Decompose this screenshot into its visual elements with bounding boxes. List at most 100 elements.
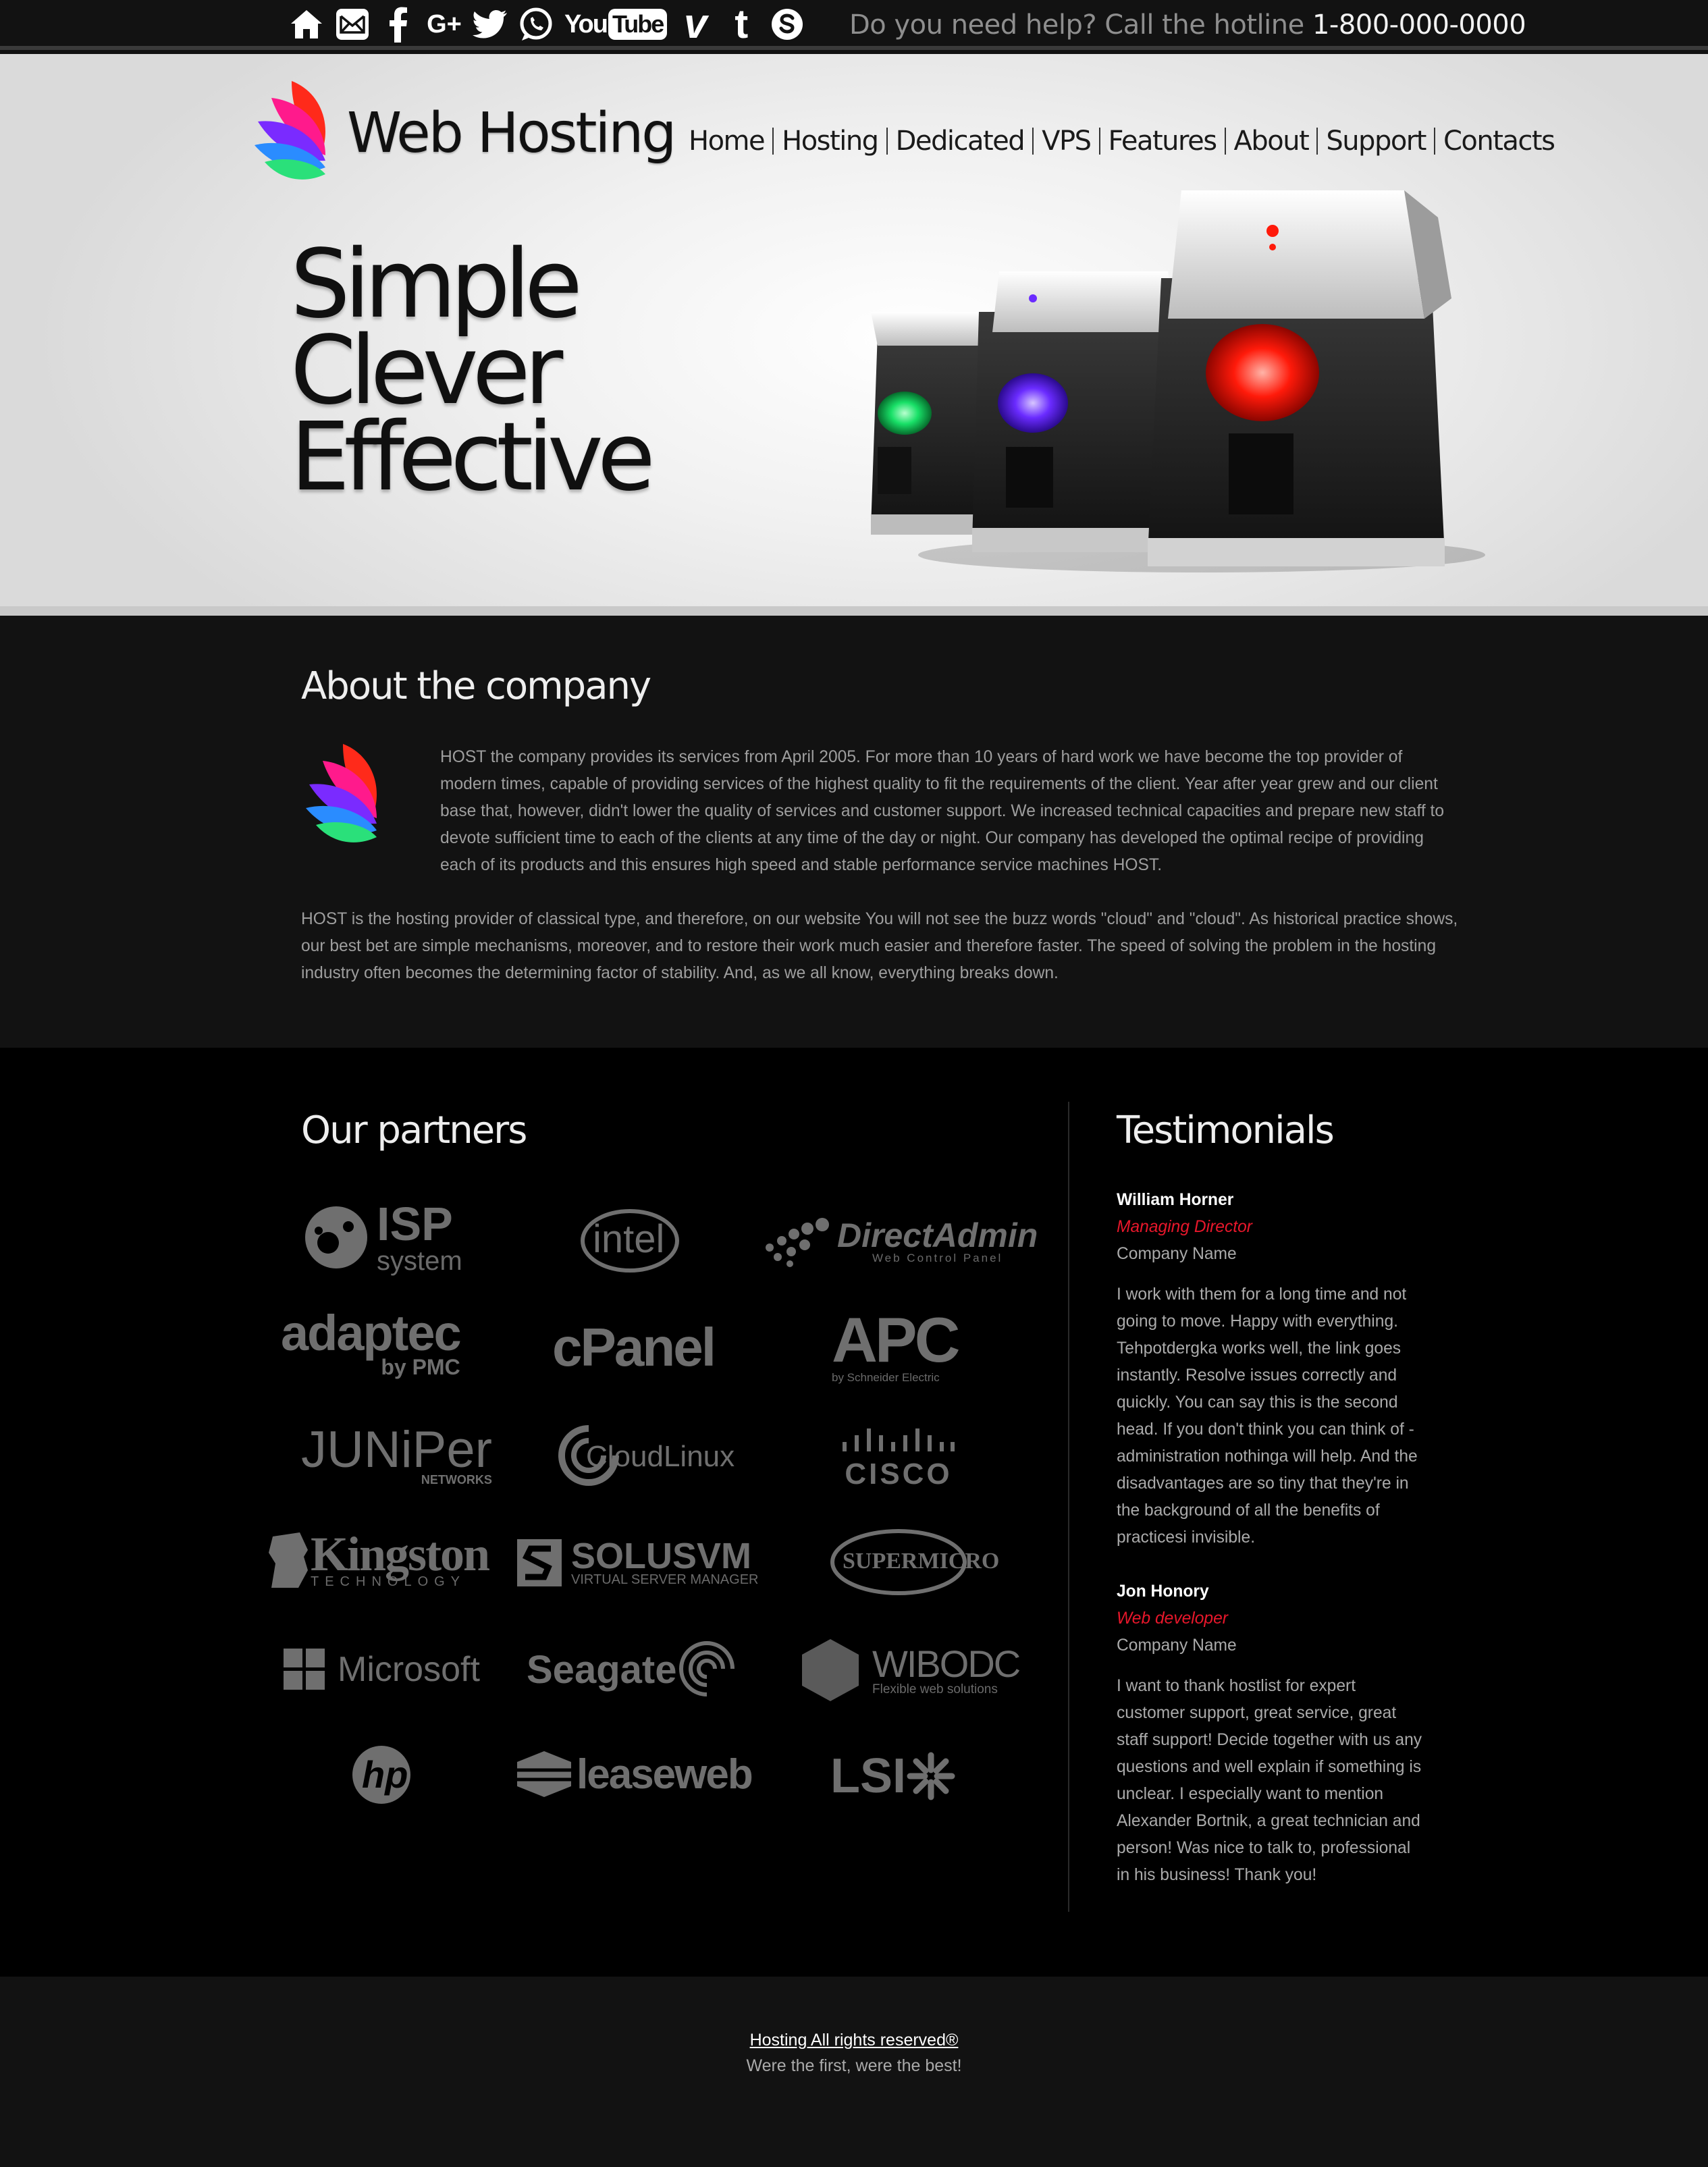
slogan-line: Effective [290, 402, 656, 512]
supermicro-text: SUPERMICRO [843, 1549, 1000, 1574]
brand-logo-icon[interactable] [251, 74, 339, 182]
wibodc-hexagon-icon [802, 1639, 859, 1701]
partner-logo-cpanel[interactable]: cPanel [552, 1316, 716, 1379]
partner-logo-solusvm[interactable]: SOLUSVM VIRTUAL SERVER MANAGER [516, 1538, 758, 1588]
nav-vps[interactable]: VPS [1034, 126, 1098, 157]
nav-dedicated[interactable]: Dedicated [888, 126, 1033, 157]
microsoft-text: Microsoft [338, 1650, 480, 1689]
section-divider [1068, 1102, 1069, 1912]
facebook-icon[interactable] [381, 4, 416, 45]
testimonial-item: William Horner Managing Director Company… [1117, 1187, 1427, 1551]
isp-text: ISP [377, 1198, 453, 1250]
kingston-text: Kingston [311, 1526, 490, 1581]
mail-icon[interactable] [335, 4, 370, 45]
hotline-text: Do you need help? Call the hotline 1-800… [849, 7, 1526, 43]
nav-hosting[interactable]: Hosting [774, 126, 886, 157]
wibodc-subtext: Flexible web solutions [872, 1682, 998, 1696]
partner-logo-microsoft[interactable]: Microsoft [284, 1649, 480, 1690]
nav-contacts[interactable]: Contacts [1435, 126, 1562, 157]
partner-logo-wibodc[interactable]: WIBODC Flexible web solutions [797, 1636, 1021, 1704]
youtube-icon[interactable]: You Tube [564, 4, 668, 45]
partner-logo-adaptec[interactable]: adaptec by PMC [281, 1305, 462, 1380]
help-label: Do you need help? Call the hotline [849, 9, 1304, 41]
testimonial-item: Jon Honory Web developer Company Name I … [1117, 1578, 1427, 1889]
testimonial-name: Jon Honory [1117, 1582, 1209, 1601]
vimeo-icon[interactable]: v [678, 3, 713, 45]
youtube-tube-box: Tube [608, 9, 668, 40]
intel-text: intel [593, 1217, 665, 1261]
lsi-text: LSI [830, 1749, 907, 1803]
google-plus-icon[interactable]: G+ [427, 4, 462, 45]
partner-logo-supermicro[interactable]: SUPERMICRO [829, 1527, 999, 1597]
hotline-number[interactable]: 1-800-000-0000 [1312, 9, 1526, 41]
testimonial-company: Company Name [1117, 1245, 1237, 1263]
about-paragraph: HOST the company provides its services f… [440, 748, 1445, 874]
adaptec-subtext: by PMC [381, 1355, 460, 1380]
about-text: HOST the company provides its services f… [301, 744, 1462, 1014]
partner-logo-cisco[interactable]: CISCO [841, 1426, 956, 1489]
partners-testimonials-section: Our partners Testimonials ISP system int… [0, 1048, 1708, 1977]
partner-logo-hp[interactable]: hp [351, 1744, 412, 1805]
copyright-link[interactable]: Hosting All rights reserved® [0, 2031, 1708, 2050]
directadmin-text: DirectAdmin [837, 1216, 1038, 1254]
partner-logo-intel[interactable]: intel [579, 1207, 680, 1275]
slogan-line: Simple [290, 230, 583, 340]
leaseweb-text: leaseweb [577, 1750, 753, 1798]
partners-title: Our partners [301, 1108, 527, 1152]
solusvm-text: SOLUSVM [571, 1535, 752, 1576]
cisco-bars-icon [843, 1428, 955, 1451]
top-bar: G+ You Tube v t Do you need help? Call t… [0, 0, 1708, 50]
main-nav: Home Hosting Dedicated VPS Features Abou… [680, 126, 1562, 157]
seagate-text: Seagate [527, 1647, 677, 1692]
footer: Hosting All rights reserved® Were the fi… [0, 1977, 1708, 2167]
server-illustration [871, 190, 1485, 572]
testimonial-role: Web developer [1117, 1609, 1228, 1628]
lsi-asterisk-icon [907, 1752, 955, 1800]
partner-logo-apc[interactable]: APC by Schneider Electric [832, 1304, 960, 1384]
skype-icon[interactable] [770, 4, 805, 45]
home-icon[interactable] [289, 4, 324, 45]
twitter-icon[interactable] [473, 4, 508, 45]
solusvm-subtext: VIRTUAL SERVER MANAGER [571, 1572, 759, 1588]
partner-logo-lsi[interactable]: LSI [830, 1748, 956, 1804]
testimonial-quote: I work with them for a long time and not… [1117, 1285, 1418, 1547]
adaptec-text: adaptec [281, 1305, 462, 1361]
nav-features[interactable]: Features [1100, 126, 1225, 157]
testimonial-name: William Horner [1117, 1191, 1234, 1209]
isp-subtext: system [377, 1246, 462, 1276]
partner-logo-leaseweb[interactable]: leaseweb [516, 1750, 753, 1798]
wibodc-text: WIBODC [872, 1642, 1021, 1685]
leaseweb-box-icon [517, 1751, 571, 1797]
tumblr-icon[interactable]: t [724, 4, 759, 45]
nav-about[interactable]: About [1226, 126, 1317, 157]
testimonial-quote: I want to thank hostlist for expert cust… [1117, 1677, 1422, 1884]
partner-logo-isp[interactable]: ISP system [302, 1200, 462, 1275]
seagate-swirl-icon [679, 1641, 735, 1696]
testimonial-role: Managing Director [1117, 1218, 1252, 1236]
brand-name[interactable]: Web Hosting [347, 101, 676, 165]
testimonials-list: William Horner Managing Director Company… [1117, 1187, 1427, 1916]
testimonial-company: Company Name [1117, 1636, 1237, 1655]
juniper-text: JUNiPer [301, 1421, 492, 1478]
footer-tagline: Were the first, were the best! [746, 2056, 962, 2075]
nav-support[interactable]: Support [1318, 126, 1434, 157]
cisco-text: CISCO [845, 1457, 953, 1491]
partner-logo-juniper[interactable]: JUNiPer NETWORKS [301, 1421, 492, 1487]
whatsapp-icon[interactable] [518, 4, 554, 45]
apc-text: APC [832, 1304, 960, 1375]
partner-logo-kingston[interactable]: Kingston TECHNOLOGY [266, 1526, 490, 1590]
partner-logo-directadmin[interactable]: DirectAdmin Web Control Panel [763, 1214, 1038, 1268]
hero-bottom-strip [0, 606, 1708, 616]
juniper-subtext: NETWORKS [421, 1473, 492, 1487]
apc-subtext: by Schneider Electric [832, 1371, 940, 1384]
partner-logo-seagate[interactable]: Seagate [527, 1640, 737, 1698]
isp-globe-icon [305, 1206, 367, 1268]
kingston-head-icon [269, 1532, 308, 1588]
nav-home[interactable]: Home [680, 126, 772, 157]
cloudlinux-text: CloudLinux [586, 1440, 735, 1473]
partner-logo-cloudlinux[interactable]: CloudLinux [556, 1423, 735, 1491]
slogan-line: Clever [290, 316, 563, 426]
about-paragraph: HOST is the hosting provider of classica… [301, 910, 1458, 982]
hp-text: hp [362, 1753, 408, 1796]
microsoft-windows-icon [284, 1649, 325, 1690]
